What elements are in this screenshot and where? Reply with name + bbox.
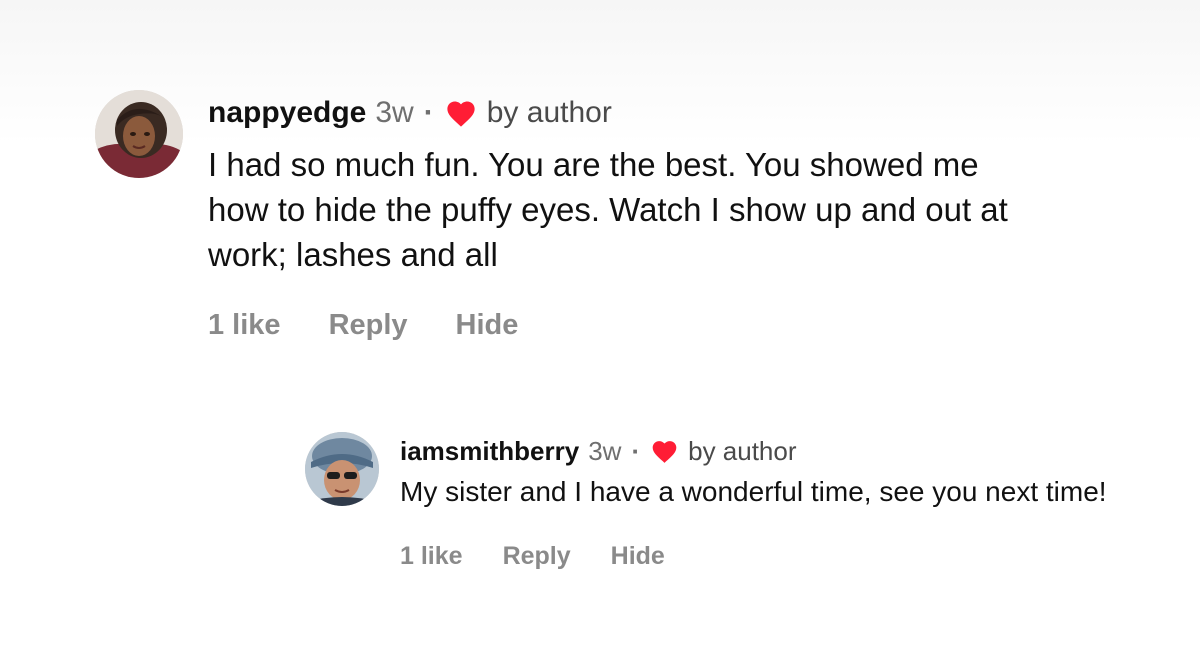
hide-button[interactable]: Hide — [456, 309, 519, 342]
username[interactable]: nappyedge — [208, 96, 366, 130]
comment-header: nappyedge 3w · by author — [208, 94, 1068, 132]
timestamp: 3w — [588, 435, 622, 466]
separator-dot: · — [423, 96, 434, 129]
username[interactable]: iamsmithberry — [400, 436, 579, 467]
comment-body: nappyedge 3w · by author I had so much f… — [208, 94, 1068, 342]
reply-button[interactable]: Reply — [329, 309, 408, 342]
liked-by-author-label: by author — [688, 435, 797, 466]
comment-body: iamsmithberry 3w · by author My sister a… — [400, 434, 1160, 571]
reply-button[interactable]: Reply — [503, 542, 571, 571]
comment-actions: 1 like Reply Hide — [208, 309, 1068, 342]
avatar[interactable] — [305, 432, 379, 506]
separator-dot: · — [631, 435, 641, 466]
avatar[interactable] — [95, 90, 183, 178]
likes-count[interactable]: 1 like — [208, 309, 281, 342]
heart-icon — [444, 98, 478, 128]
liked-by-author-label: by author — [486, 96, 612, 129]
likes-count[interactable]: 1 like — [400, 542, 463, 571]
comment-text: My sister and I have a wonderful time, s… — [400, 476, 1107, 507]
comment-actions: 1 like Reply Hide — [400, 542, 1160, 571]
heart-icon — [650, 438, 679, 464]
comment-header: iamsmithberry 3w · by author — [400, 434, 1160, 468]
hide-button[interactable]: Hide — [611, 542, 665, 571]
comment-text: I had so much fun. You are the best. You… — [208, 146, 1008, 273]
timestamp: 3w — [375, 96, 414, 129]
